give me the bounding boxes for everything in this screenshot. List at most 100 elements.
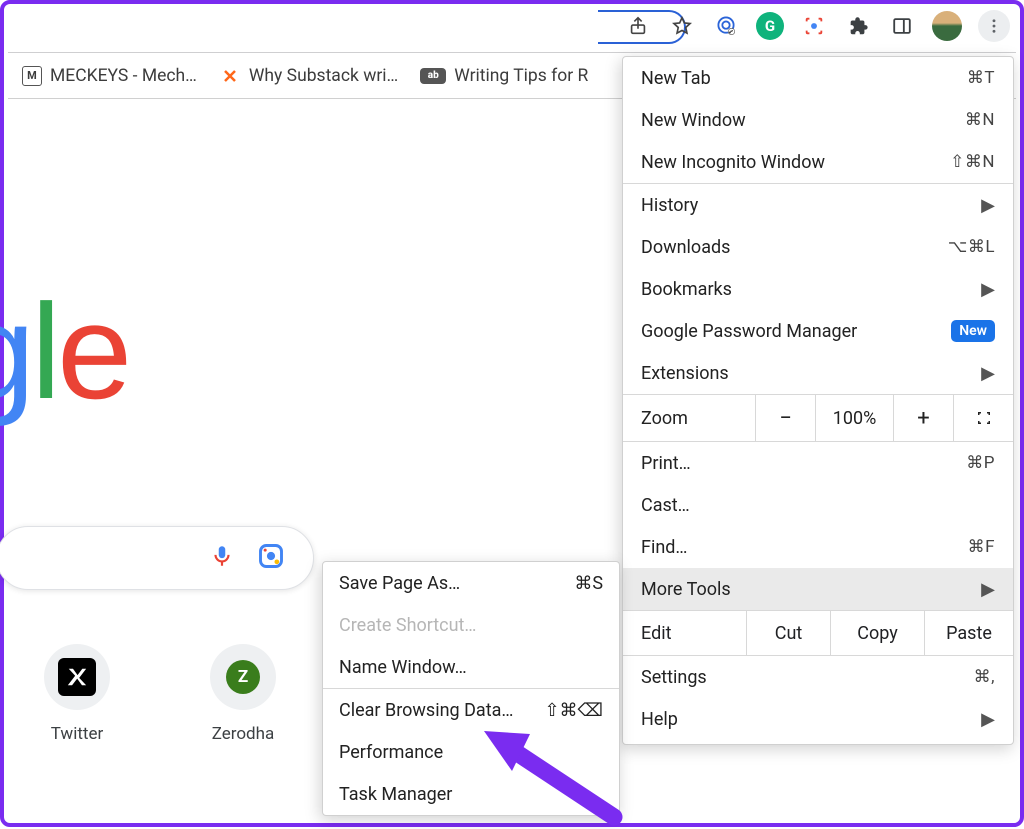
substack-favicon <box>219 65 241 87</box>
menu-label: Find… <box>641 537 687 558</box>
menu-label: Extensions <box>641 363 729 384</box>
google-logo-fragment: gle <box>0 284 128 419</box>
shortcut-label: Twitter <box>51 724 103 744</box>
bookmark-label: Why Substack wri… <box>249 66 398 86</box>
zoom-in-button[interactable]: + <box>893 395 953 441</box>
menu-label: Clear Browsing Data… <box>339 700 513 721</box>
menu-shortcut: ⌘P <box>966 453 995 473</box>
menu-find[interactable]: Find… ⌘F <box>623 526 1013 568</box>
menu-downloads[interactable]: Downloads ⌥⌘L <box>623 226 1013 268</box>
menu-history[interactable]: History ▶ <box>623 184 1013 226</box>
shortcut-twitter[interactable]: Twitter <box>44 644 110 744</box>
grammarly-extension-icon[interactable]: G <box>756 12 784 40</box>
menu-label: Name Window… <box>339 657 467 678</box>
lens-extension-icon[interactable] <box>800 12 828 40</box>
menu-label: History <box>641 195 698 216</box>
x-logo-icon <box>58 658 96 696</box>
zerodha-logo-icon: Z <box>226 660 260 694</box>
logo-g: g <box>0 276 31 427</box>
voice-search-icon[interactable] <box>209 543 235 573</box>
submenu-task-manager[interactable]: Task Manager <box>323 773 619 815</box>
shortcut-label: Zerodha <box>212 724 275 744</box>
new-badge: New <box>951 320 995 342</box>
submenu-create-shortcut: Create Shortcut… <box>323 604 619 646</box>
menu-label: Print… <box>641 453 691 474</box>
menu-label: Performance <box>339 742 443 763</box>
menu-label: Google Password Manager <box>641 321 857 342</box>
menu-print[interactable]: Print… ⌘P <box>623 442 1013 484</box>
menu-shortcut: ⌘N <box>965 110 995 130</box>
star-icon[interactable] <box>668 12 696 40</box>
menu-label: Cast… <box>641 495 690 516</box>
menu-label: Help <box>641 709 678 730</box>
zoom-level: 100% <box>815 395 893 441</box>
logo-e: e <box>57 276 128 427</box>
bookmark-substack[interactable]: Why Substack wri… <box>219 65 398 87</box>
share-icon[interactable] <box>624 12 652 40</box>
google-search-box[interactable] <box>0 526 314 590</box>
edit-copy[interactable]: Copy <box>831 611 925 655</box>
menu-label: Create Shortcut… <box>339 615 476 636</box>
menu-label: New Window <box>641 110 746 131</box>
menu-label: More Tools <box>641 579 731 600</box>
menu-shortcut: ⌘, <box>974 667 995 687</box>
shortcut-chip: Z <box>210 644 276 710</box>
menu-extensions[interactable]: Extensions ▶ <box>623 352 1013 394</box>
chevron-right-icon: ▶ <box>981 363 995 384</box>
chevron-right-icon: ▶ <box>981 709 995 730</box>
edit-label: Edit <box>623 611 747 655</box>
onetab-extension-icon[interactable] <box>712 12 740 40</box>
menu-more-tools[interactable]: More Tools ▶ <box>623 568 1013 610</box>
menu-shortcut: ⇧⌘⌫ <box>544 700 603 721</box>
menu-new-window[interactable]: New Window ⌘N <box>623 99 1013 141</box>
chrome-menu-button[interactable] <box>978 10 1010 42</box>
meckeys-favicon: M <box>22 66 42 86</box>
zoom-label: Zoom <box>641 408 688 429</box>
bookmark-label: Writing Tips for R <box>454 66 588 86</box>
menu-cast[interactable]: Cast… <box>623 484 1013 526</box>
menu-settings[interactable]: Settings ⌘, <box>623 656 1013 698</box>
chevron-right-icon: ▶ <box>981 279 995 300</box>
menu-bookmarks[interactable]: Bookmarks ▶ <box>623 268 1013 310</box>
edit-paste[interactable]: Paste <box>925 611 1013 655</box>
chevron-right-icon: ▶ <box>981 195 995 216</box>
menu-edit-row: Edit Cut Copy Paste <box>623 610 1013 656</box>
menu-shortcut: ⌘S <box>574 573 603 594</box>
new-tab-shortcuts: Twitter Z Zerodha <box>44 644 276 744</box>
menu-label: Settings <box>641 667 707 688</box>
profile-avatar[interactable] <box>932 11 962 41</box>
menu-label: Task Manager <box>339 784 452 805</box>
menu-label: New Incognito Window <box>641 152 825 173</box>
bookmark-label: MECKEYS - Mech… <box>50 66 197 86</box>
chevron-right-icon: ▶ <box>981 579 995 600</box>
menu-help[interactable]: Help ▶ <box>623 698 1013 740</box>
menu-new-incognito[interactable]: New Incognito Window ⇧⌘N <box>623 141 1013 183</box>
zoom-out-button[interactable]: − <box>755 395 815 441</box>
browser-toolbar: G <box>4 4 1020 48</box>
bookmark-meckeys[interactable]: M MECKEYS - Mech… <box>22 66 197 86</box>
menu-label: Downloads <box>641 237 730 258</box>
menu-zoom-row: Zoom − 100% + <box>623 394 1013 442</box>
submenu-name-window[interactable]: Name Window… <box>323 646 619 688</box>
menu-shortcut: ⌘T <box>967 68 995 88</box>
shortcut-chip <box>44 644 110 710</box>
fullscreen-button[interactable] <box>953 395 1013 441</box>
lens-search-icon[interactable] <box>257 542 285 574</box>
more-tools-submenu: Save Page As… ⌘S Create Shortcut… Name W… <box>322 561 620 816</box>
submenu-performance[interactable]: Performance <box>323 731 619 773</box>
shortcut-zerodha[interactable]: Z Zerodha <box>210 644 276 744</box>
logo-l: l <box>31 276 57 427</box>
submenu-clear-browsing-data[interactable]: Clear Browsing Data… ⇧⌘⌫ <box>323 689 619 731</box>
menu-shortcut: ⌘F <box>968 537 995 557</box>
ab-favicon: ab <box>420 68 446 84</box>
side-panel-icon[interactable] <box>888 12 916 40</box>
menu-new-tab[interactable]: New Tab ⌘T <box>623 57 1013 99</box>
menu-shortcut: ⌥⌘L <box>948 237 995 257</box>
bookmark-writing-tips[interactable]: ab Writing Tips for R <box>420 66 588 86</box>
menu-password-manager[interactable]: Google Password Manager New <box>623 310 1013 352</box>
extensions-puzzle-icon[interactable] <box>844 12 872 40</box>
menu-label: Save Page As… <box>339 573 460 594</box>
edit-cut[interactable]: Cut <box>747 611 831 655</box>
submenu-save-page[interactable]: Save Page As… ⌘S <box>323 562 619 604</box>
chrome-main-menu: New Tab ⌘T New Window ⌘N New Incognito W… <box>622 56 1014 745</box>
